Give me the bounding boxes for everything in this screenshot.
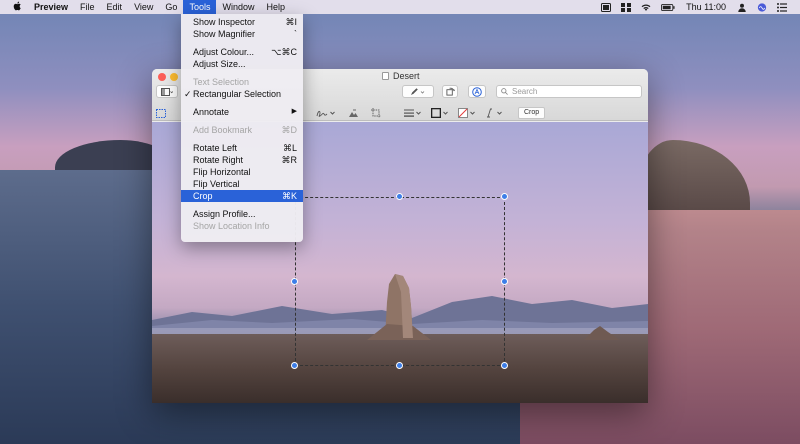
wifi-icon[interactable] <box>641 3 651 12</box>
siri-icon[interactable] <box>757 2 767 12</box>
notification-center-icon[interactable] <box>777 2 787 12</box>
close-window-button[interactable] <box>158 73 166 81</box>
selection-handle-top-right[interactable] <box>501 193 508 200</box>
markup-button[interactable] <box>402 85 434 98</box>
menu-item-assign-profile[interactable]: Assign Profile... <box>181 208 303 220</box>
menu-app-preview[interactable]: Preview <box>24 0 74 14</box>
menu-item-crop[interactable]: Crop ⌘K <box>181 190 303 202</box>
rectangular-selection[interactable] <box>295 197 505 366</box>
menu-tools[interactable]: Tools <box>183 0 217 14</box>
menu-file[interactable]: File <box>74 0 101 14</box>
menu-item-add-bookmark: Add Bookmark ⌘D <box>193 125 297 135</box>
crop-tool[interactable] <box>371 107 381 119</box>
menu-item-show-location-info: Show Location Info <box>193 221 270 231</box>
status-app-icon[interactable] <box>601 2 612 12</box>
window-title-text: Desert <box>393 71 420 81</box>
border-color-icon <box>431 108 441 118</box>
menu-item-annotate[interactable]: Annotate ▶ <box>181 106 303 118</box>
menu-item-show-magnifier[interactable]: Show Magnifier ` <box>181 28 303 40</box>
window-title: Desert <box>382 71 420 81</box>
submenu-arrow-icon: ▶ <box>291 108 297 115</box>
selection-handle-bottom[interactable] <box>396 362 403 369</box>
chevron-down-icon <box>416 111 421 115</box>
desktop-sea <box>0 170 160 444</box>
rotate-icon <box>445 87 455 96</box>
fill-color-tool[interactable] <box>458 107 475 119</box>
shape-style-tool[interactable] <box>404 107 421 119</box>
status-grid-icon[interactable] <box>621 2 632 12</box>
menu-item-adjust-colour[interactable]: Adjust Colour... ⌥⌘C <box>181 46 303 58</box>
document-icon <box>382 72 389 80</box>
menu-clock[interactable]: Thu 11:00 <box>680 0 732 14</box>
minimize-window-button[interactable] <box>170 73 178 81</box>
markup-circle-icon <box>472 86 482 97</box>
selection-handle-right[interactable] <box>501 278 508 285</box>
crop-button[interactable]: Crop <box>518 107 546 119</box>
text-style-icon <box>487 108 492 118</box>
apple-menu-icon[interactable] <box>10 1 24 13</box>
menu-view[interactable]: View <box>128 0 159 14</box>
desktop-island-right <box>640 140 750 210</box>
menu-bar: Preview File Edit View Go Tools Window H… <box>0 0 800 14</box>
menu-window[interactable]: Window <box>216 0 260 14</box>
adjust-color-icon <box>349 109 358 117</box>
signature-icon <box>316 110 328 117</box>
menu-item-show-inspector[interactable]: Show Inspector ⌘I <box>181 16 303 28</box>
selection-handle-left[interactable] <box>291 278 298 285</box>
pen-icon <box>411 87 425 95</box>
fill-color-icon <box>458 108 468 118</box>
menu-help[interactable]: Help <box>260 0 291 14</box>
sign-tool[interactable] <box>316 107 335 119</box>
sidebar-toggle-button[interactable] <box>156 85 178 98</box>
image-small-rock <box>584 326 620 340</box>
search-icon <box>501 88 508 95</box>
line-style-icon <box>404 109 414 117</box>
menu-item-rotate-left[interactable]: Rotate Left ⌘L <box>181 142 303 154</box>
chevron-down-icon <box>497 111 502 115</box>
menu-item-adjust-size[interactable]: Adjust Size... <box>181 58 303 70</box>
menu-item-text-selection: Text Selection <box>193 77 250 87</box>
checkmark-icon: ✓ <box>184 89 192 99</box>
search-input[interactable] <box>512 87 632 96</box>
text-style-tool[interactable] <box>485 107 502 119</box>
sidebar-icon <box>161 87 173 96</box>
battery-icon[interactable] <box>661 3 675 12</box>
markup-toolbar-toggle-button[interactable] <box>468 85 486 98</box>
selection-handle-top[interactable] <box>396 193 403 200</box>
menu-go[interactable]: Go <box>159 0 183 14</box>
chevron-down-icon <box>470 111 475 115</box>
chevron-down-icon <box>443 111 448 115</box>
chevron-down-icon <box>330 111 335 115</box>
adjust-color-tool[interactable] <box>348 107 359 119</box>
rotate-button[interactable] <box>442 85 458 98</box>
menu-item-rotate-right[interactable]: Rotate Right ⌘R <box>181 154 303 166</box>
tools-menu: Show Inspector ⌘I Show Magnifier ` Adjus… <box>181 14 303 242</box>
selection-tool[interactable] <box>156 107 166 119</box>
border-color-tool[interactable] <box>431 107 448 119</box>
menu-edit[interactable]: Edit <box>101 0 129 14</box>
menu-item-rectangular-selection[interactable]: ✓ Rectangular Selection <box>181 88 303 100</box>
user-icon[interactable] <box>737 3 747 12</box>
status-area: Thu 11:00 <box>596 0 800 14</box>
selection-handle-bottom-left[interactable] <box>291 362 298 369</box>
rect-select-icon <box>156 108 166 118</box>
menu-item-flip-vertical[interactable]: Flip Vertical <box>181 178 303 190</box>
selection-handle-bottom-right[interactable] <box>501 362 508 369</box>
search-field[interactable] <box>496 85 642 98</box>
crop-icon <box>371 108 381 118</box>
menu-item-flip-horizontal[interactable]: Flip Horizontal <box>181 166 303 178</box>
